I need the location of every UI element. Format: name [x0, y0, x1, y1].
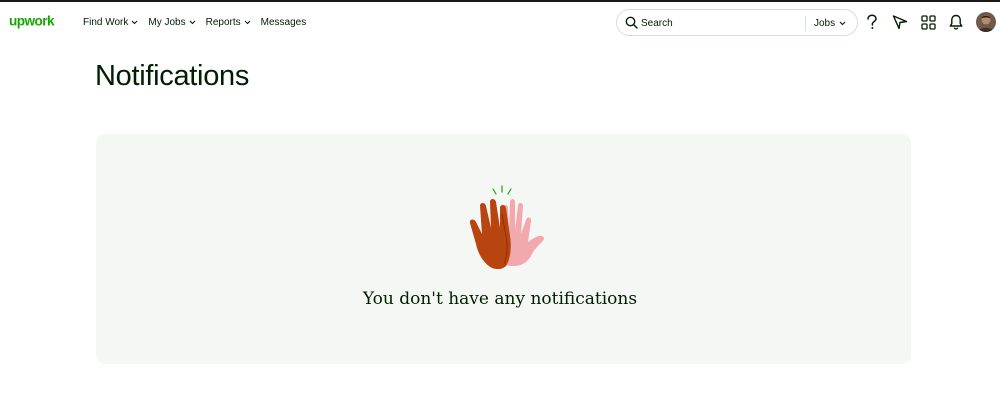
nav-my-jobs-label: My Jobs	[148, 16, 186, 28]
main-nav: Find Work My Jobs Reports Messages	[83, 2, 316, 42]
bell-icon[interactable]	[947, 13, 965, 31]
page-title: Notifications	[95, 60, 250, 92]
search-icon[interactable]	[625, 16, 638, 29]
search-input[interactable]	[641, 14, 811, 32]
chevron-down-icon	[132, 20, 138, 24]
nav-find-work[interactable]: Find Work	[83, 17, 138, 28]
high-five-illustration	[469, 185, 545, 270]
search-filter-dropdown[interactable]: Jobs	[814, 10, 846, 37]
nav-my-jobs[interactable]: My Jobs	[148, 16, 196, 28]
svg-text:upwork: upwork	[9, 14, 55, 29]
top-navigation: upwork Find Work My Jobs Reports Message…	[0, 2, 1000, 42]
apps-grid-icon[interactable]	[919, 13, 937, 31]
search-bar: Jobs	[616, 9, 858, 36]
upwork-logo[interactable]: upwork	[9, 12, 67, 30]
search-divider	[805, 16, 806, 31]
chevron-down-icon	[244, 20, 251, 24]
empty-state-message: You don't have any notifications	[362, 289, 638, 309]
search-filter-label: Jobs	[814, 18, 836, 29]
help-icon[interactable]	[863, 13, 881, 31]
nav-messages[interactable]: Messages	[261, 17, 307, 28]
nav-find-work-label: Find Work	[83, 16, 129, 28]
nav-reports[interactable]: Reports	[206, 17, 251, 28]
chevron-down-icon	[189, 20, 196, 24]
nav-reports-label: Reports	[205, 16, 241, 28]
chevron-down-icon	[839, 21, 846, 26]
avatar[interactable]	[976, 12, 996, 32]
send-icon[interactable]	[891, 13, 909, 31]
nav-messages-label: Messages	[260, 16, 307, 28]
